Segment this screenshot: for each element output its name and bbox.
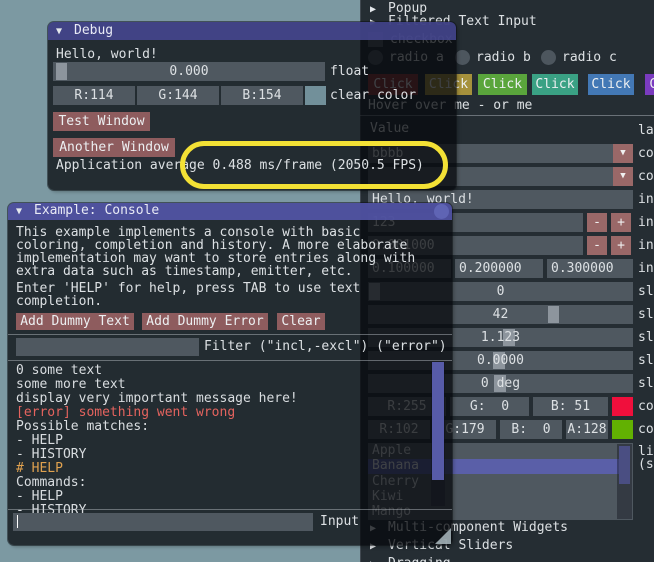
- click-button-3[interactable]: Click: [478, 74, 527, 95]
- annotation-ellipse: [180, 141, 448, 189]
- input-float3-label: input float3: [638, 262, 654, 276]
- radio-b[interactable]: [455, 50, 470, 65]
- slider-int-label: slider int: [638, 285, 654, 299]
- click-button-6[interactable]: Click: [645, 74, 654, 95]
- tree-arrow-icon[interactable]: ▶: [370, 4, 376, 16]
- color1-swatch[interactable]: [612, 397, 633, 416]
- input-int-label: input int: [638, 216, 654, 230]
- text-cursor: [17, 515, 18, 528]
- log-line: - HISTORY: [16, 448, 86, 462]
- separator: [8, 334, 452, 335]
- debug-title-bar[interactable]: ▼ Debug: [48, 22, 456, 40]
- log-line: - HELP: [16, 434, 63, 448]
- test-window-button[interactable]: Test Window: [53, 112, 150, 131]
- color2-a-field[interactable]: A:128: [566, 420, 608, 439]
- combo-label: combo: [638, 147, 654, 161]
- input-float3-y: 0.200000: [459, 262, 522, 276]
- plus-button[interactable]: +: [611, 213, 631, 232]
- color2-label: color 2: [638, 423, 654, 437]
- input-float3-z: 0.300000: [551, 262, 614, 276]
- slider-float-label: slider float: [638, 308, 654, 322]
- console-desc-line: extra data such as timestamp, emitter, e…: [16, 265, 353, 279]
- console-scrollbar-grab[interactable]: [432, 362, 444, 480]
- listbox-scrollbar-grab[interactable]: [619, 446, 630, 484]
- resize-grip-icon[interactable]: [435, 528, 451, 544]
- console-window: ▼ Example: Console This example implemen…: [8, 203, 452, 545]
- collapse-icon[interactable]: ▼: [16, 206, 22, 218]
- screen: ▶ Popup ▶ Filtered Text Input checkbox r…: [0, 0, 654, 562]
- clear-color-b-field[interactable]: B:154: [221, 86, 303, 105]
- log-line: some more text: [16, 378, 126, 392]
- add-dummy-error-button[interactable]: Add Dummy Error: [142, 313, 268, 330]
- log-line: 0 some text: [16, 364, 102, 378]
- combo-arrow-button[interactable]: ▼: [613, 167, 633, 186]
- console-input-label: Input: [320, 515, 359, 529]
- listbox-scrollbar[interactable]: [617, 444, 632, 519]
- click-button-5[interactable]: Click: [588, 74, 634, 95]
- input-text-label: input text: [638, 193, 654, 207]
- another-window-button[interactable]: Another Window: [53, 138, 175, 157]
- log-line: display very important message here!: [16, 392, 298, 406]
- slider-float2-label: slider float2: [638, 354, 654, 368]
- log-line: - HELP: [16, 490, 63, 504]
- radio-b-label: radio b: [476, 51, 531, 65]
- minus-button[interactable]: -: [587, 236, 607, 255]
- slider-angle-label: slider angle: [638, 377, 654, 391]
- debug-title: Debug: [74, 24, 113, 38]
- radio-c-label: radio c: [562, 51, 617, 65]
- input-float-label: input float: [638, 239, 654, 253]
- combo-label: combo: [638, 170, 654, 184]
- console-help-line: completion.: [16, 295, 102, 309]
- clear-color-label: clear color: [330, 89, 416, 103]
- add-dummy-text-button[interactable]: Add Dummy Text: [16, 313, 134, 330]
- filter-label: Filter ("incl,-excl") ("error"): [204, 340, 447, 354]
- radio-c[interactable]: [541, 50, 556, 65]
- color1-g-field[interactable]: G: 0: [450, 397, 529, 416]
- float-slider-value: 0.000: [53, 62, 325, 81]
- clear-color-r-field[interactable]: R:114: [53, 86, 135, 105]
- combo-arrow-button[interactable]: ▼: [613, 144, 633, 163]
- float-slider-label: float: [330, 65, 369, 79]
- console-title: Example: Console: [34, 204, 159, 218]
- clear-color-g-field[interactable]: G:144: [137, 86, 219, 105]
- clear-button[interactable]: Clear: [277, 313, 325, 330]
- slider-log-float-label: slider log float: [638, 331, 654, 345]
- color2-b-field[interactable]: B: 0: [500, 420, 562, 439]
- filter-input[interactable]: [16, 338, 199, 356]
- tree-node-partial[interactable]: Dragging: [388, 557, 451, 562]
- console-scrollbar[interactable]: [431, 362, 445, 506]
- console-title-bar[interactable]: ▼ Example: Console: [8, 203, 452, 220]
- log-line: Possible matches:: [16, 420, 149, 434]
- minus-button[interactable]: -: [587, 213, 607, 232]
- collapse-icon[interactable]: ▼: [56, 26, 62, 38]
- log-line: Commands:: [16, 476, 86, 490]
- clear-color-swatch[interactable]: [305, 86, 326, 105]
- separator: [8, 509, 452, 510]
- color2-swatch[interactable]: [612, 420, 633, 439]
- plus-button[interactable]: +: [611, 236, 631, 255]
- listbox-label-line2: (single select): [638, 458, 654, 472]
- separator: [8, 360, 452, 361]
- color1-label: color 1: [638, 400, 654, 414]
- value-label: label: [638, 124, 654, 138]
- greeting-text: Hello, world!: [56, 48, 158, 62]
- color1-b-field[interactable]: B: 51: [533, 397, 608, 416]
- click-button-4[interactable]: Click: [532, 74, 578, 95]
- close-icon[interactable]: [434, 204, 449, 219]
- log-line-history: # HELP: [16, 462, 63, 476]
- console-input[interactable]: [13, 513, 313, 531]
- log-line-error: [error] something went wrong: [16, 406, 235, 420]
